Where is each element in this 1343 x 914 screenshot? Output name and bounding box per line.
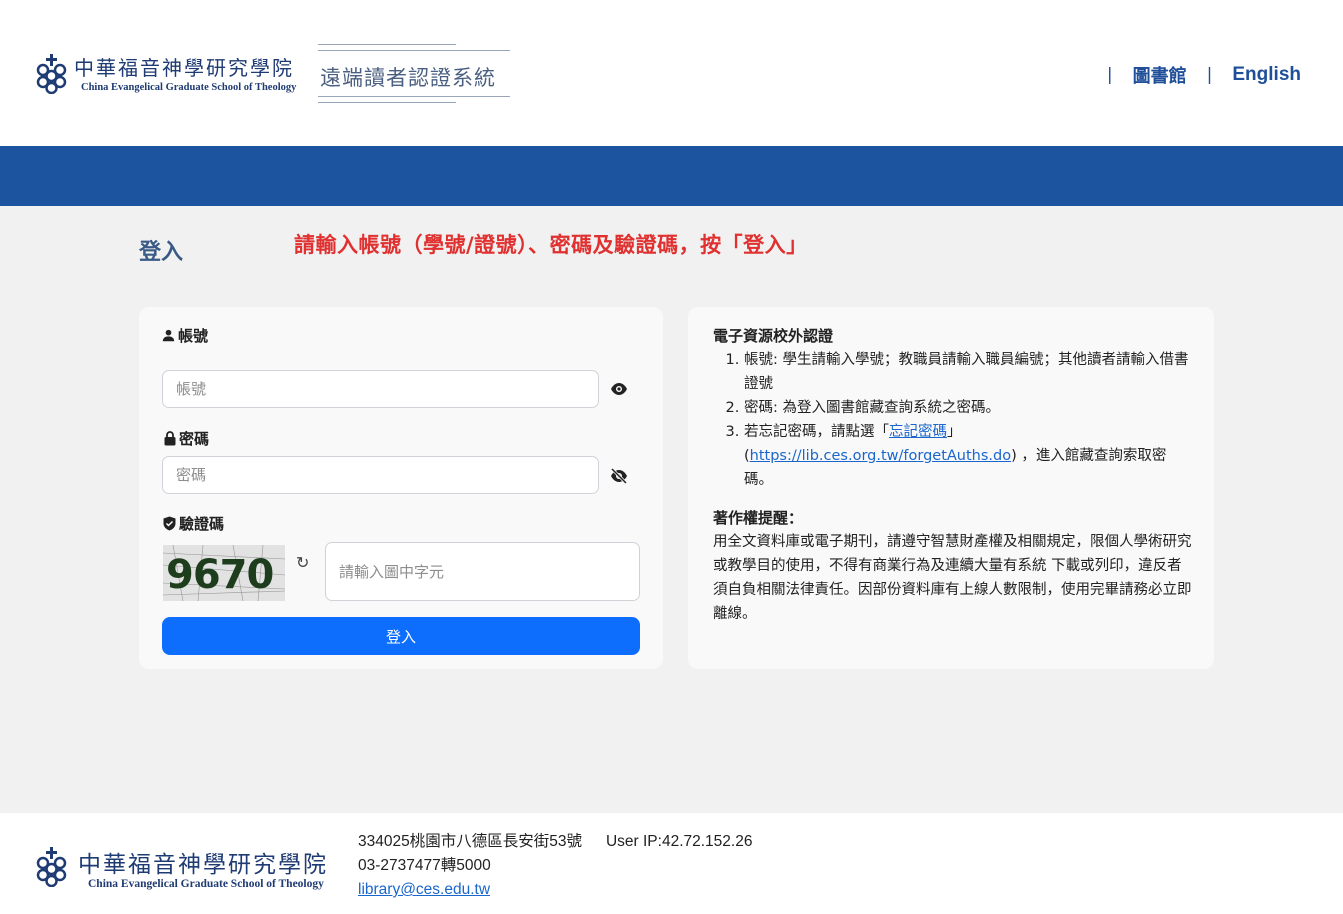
title-decor-line xyxy=(318,44,456,45)
logo-chinese-name: 中華福音神學研究學院 xyxy=(74,56,294,80)
top-nav: | 圖書館 | English xyxy=(1087,62,1301,88)
info-list: 帳號: 學生請輸入學號；教職員請輸入職員編號；其他讀者請輸入借書證號 密碼: 為… xyxy=(713,348,1193,492)
nav-separator: | xyxy=(1206,65,1213,85)
grape-cross-logo-icon xyxy=(36,54,67,94)
site-header: 中華福音神學研究學院 China Evangelical Graduate Sc… xyxy=(0,0,1343,146)
forgot-password-link[interactable]: 忘記密碼 xyxy=(889,424,947,440)
info-title: 電子資源校外認證 xyxy=(713,327,834,345)
account-label-text: 帳號 xyxy=(178,327,209,345)
title-decor-line xyxy=(318,102,456,103)
forgot-url-link[interactable]: https://lib.ces.org.tw/forgetAuths.do xyxy=(750,448,1011,464)
system-title-block: 遠端讀者認證系統 xyxy=(318,44,510,104)
system-title: 遠端讀者認證系統 xyxy=(320,66,496,90)
nav-library-link[interactable]: 圖書館 xyxy=(1133,62,1187,88)
account-label: 帳號 xyxy=(162,325,208,346)
footer-phone: 03-2737477轉5000 xyxy=(358,857,491,874)
info-item-account: 帳號: 學生請輸入學號；教職員請輸入職員編號；其他讀者請輸入借書證號 xyxy=(744,348,1193,396)
grape-cross-logo-icon xyxy=(36,847,67,887)
footer-contact: 334025桃園市八德區長安街53號 User IP:42.72.152.26 0… xyxy=(358,830,752,902)
info-item-password: 密碼: 為登入圖書館藏查詢系統之密碼。 xyxy=(744,396,1193,420)
password-input[interactable] xyxy=(162,456,599,494)
school-logo[interactable]: 中華福音神學研究學院 China Evangelical Graduate Sc… xyxy=(34,52,298,100)
footer-address: 334025桃園市八德區長安街53號 xyxy=(358,833,582,850)
password-label: 密碼 xyxy=(164,428,209,449)
shield-icon xyxy=(163,516,176,531)
forgot-prefix: 若忘記密碼，請點選「 xyxy=(744,424,889,440)
captcha-code: 9670 xyxy=(166,552,273,598)
eye-icon[interactable] xyxy=(610,382,628,396)
title-decor-line xyxy=(318,96,510,97)
copyright-title: 著作權提醒： xyxy=(713,509,804,527)
captcha-image: 9670 xyxy=(163,545,285,601)
nav-separator: | xyxy=(1106,65,1113,85)
user-icon xyxy=(162,329,175,342)
copyright-text: 用全文資料庫或電子期刊，請遵守智慧財產權及相關規定，限個人學術研究或教學目的使用… xyxy=(713,534,1192,622)
eye-slash-icon[interactable] xyxy=(610,468,628,484)
lock-icon xyxy=(164,431,176,446)
login-button[interactable]: 登入 xyxy=(162,617,640,655)
footer-logo-english: China Evangelical Graduate School of The… xyxy=(88,878,324,890)
nav-english-link[interactable]: English xyxy=(1232,64,1301,86)
footer-email-link[interactable]: library@ces.edu.tw xyxy=(358,881,490,898)
captcha-label: 驗證碼 xyxy=(163,513,224,534)
footer-logo-chinese: 中華福音神學研究學院 xyxy=(78,852,328,878)
site-footer: 中華福音神學研究學院 China Evangelical Graduate Sc… xyxy=(0,813,1343,914)
login-instruction-notice: 請輸入帳號（學號/證號）、密碼及驗證碼，按「登入」 xyxy=(294,233,808,257)
refresh-captcha-icon[interactable]: ↻ xyxy=(296,553,309,572)
account-input[interactable] xyxy=(162,370,599,408)
page-title: 登入 xyxy=(139,240,184,265)
captcha-label-text: 驗證碼 xyxy=(179,515,225,533)
logo-english-name: China Evangelical Graduate School of The… xyxy=(81,82,297,93)
footer-logo: 中華福音神學研究學院 China Evangelical Graduate Sc… xyxy=(34,845,334,895)
info-card: 電子資源校外認證 帳號: 學生請輸入學號；教職員請輸入職員編號；其他讀者請輸入借… xyxy=(688,307,1214,669)
info-content: 電子資源校外認證 帳號: 學生請輸入學號；教職員請輸入職員編號；其他讀者請輸入借… xyxy=(713,324,1193,626)
header-banner-bar xyxy=(0,146,1343,206)
footer-user-ip: User IP:42.72.152.26 xyxy=(605,833,753,850)
title-decor-line xyxy=(318,50,510,51)
login-form-card: 帳號 密碼 驗證碼 9670 ↻ 登入 xyxy=(139,307,663,669)
captcha-input[interactable] xyxy=(325,542,640,601)
password-label-text: 密碼 xyxy=(179,430,210,448)
info-item-forgot: 若忘記密碼，請點選「忘記密碼」(https://lib.ces.org.tw/f… xyxy=(744,420,1193,492)
